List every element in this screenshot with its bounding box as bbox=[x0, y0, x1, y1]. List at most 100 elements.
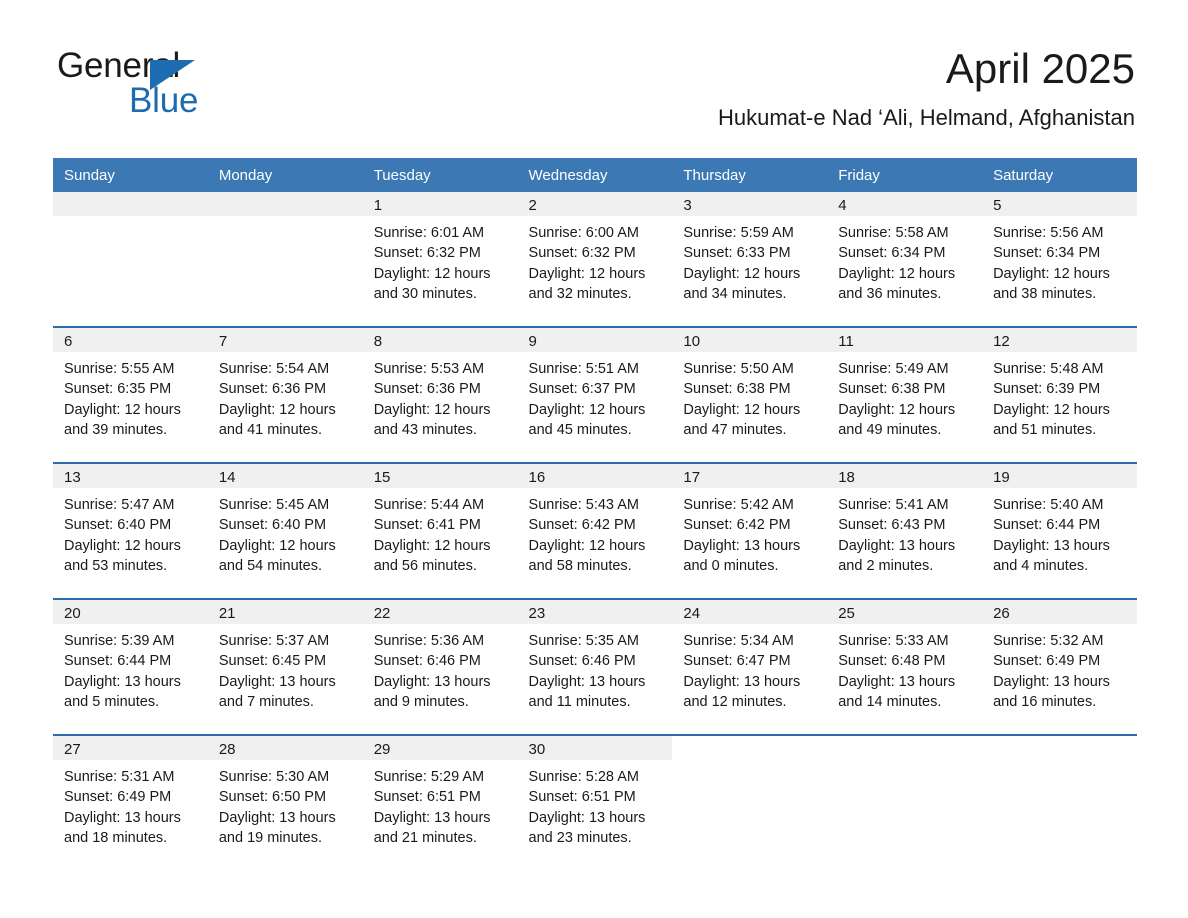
day-cell-10[interactable]: 10 Sunrise: 5:50 AM Sunset: 6:38 PM Dayligh… bbox=[672, 328, 828, 462]
calendar-cell: 28 Sunrise: 5:30 AM Sunset: 6:50 PM Dayligh… bbox=[207, 734, 363, 870]
sunset-text: Sunset: 6:49 PM bbox=[64, 789, 172, 806]
day-details: Sunrise: 5:37 AM Sunset: 6:45 PM Daylight:… bbox=[208, 624, 363, 713]
day-cell-19[interactable]: 19 Sunrise: 5:40 AM Sunset: 6:44 PM Dayligh… bbox=[982, 464, 1137, 598]
daylight-text-line1: Daylight: 12 hours bbox=[64, 401, 181, 418]
day-cell-22[interactable]: 22 Sunrise: 5:36 AM Sunset: 6:46 PM Dayligh… bbox=[362, 600, 518, 734]
daylight-text-line2: and 12 minutes. bbox=[683, 694, 787, 711]
day-number: 6 bbox=[53, 328, 208, 352]
day-number bbox=[207, 192, 363, 216]
day-cell-23[interactable]: 23 Sunrise: 5:35 AM Sunset: 6:46 PM Dayligh… bbox=[517, 600, 673, 734]
daylight-text-line1: Daylight: 13 hours bbox=[218, 809, 336, 826]
daylight-text-line2: and 9 minutes. bbox=[373, 694, 469, 711]
day-details: Sunrise: 5:50 AM Sunset: 6:38 PM Daylight:… bbox=[672, 352, 827, 441]
daylight-text-line2: and 11 minutes. bbox=[528, 694, 631, 711]
calendar-week-row: 20 Sunrise: 5:39 AM Sunset: 6:44 PM Dayligh… bbox=[53, 598, 1137, 735]
calendar-cell: 9 Sunrise: 5:51 AM Sunset: 6:37 PM Daylight… bbox=[517, 326, 673, 463]
day-cell-16[interactable]: 16 Sunrise: 5:43 AM Sunset: 6:42 PM Dayligh… bbox=[517, 464, 673, 598]
sunset-text: Sunset: 6:35 PM bbox=[64, 381, 172, 398]
calendar-cell: 30 Sunrise: 5:28 AM Sunset: 6:51 PM Dayligh… bbox=[517, 734, 673, 870]
day-cell-25[interactable]: 25 Sunrise: 5:33 AM Sunset: 6:48 PM Dayligh… bbox=[827, 600, 983, 734]
day-cell-8[interactable]: 8 Sunrise: 5:53 AM Sunset: 6:36 PM Daylight… bbox=[362, 328, 518, 462]
day-cell-26[interactable]: 26 Sunrise: 5:32 AM Sunset: 6:49 PM Dayligh… bbox=[982, 600, 1137, 734]
sunrise-text: Sunrise: 5:35 AM bbox=[528, 633, 639, 649]
calendar-cell: 12 Sunrise: 5:48 AM Sunset: 6:39 PM Dayligh… bbox=[982, 326, 1137, 463]
sunrise-text: Sunrise: 5:34 AM bbox=[683, 633, 794, 649]
day-cell-4[interactable]: 4 Sunrise: 5:58 AM Sunset: 6:34 PM Daylight… bbox=[827, 192, 983, 326]
day-number: 23 bbox=[517, 600, 673, 624]
weekday-header-saturday: Saturday bbox=[982, 158, 1137, 192]
daylight-text-line2: and 16 minutes. bbox=[993, 694, 1097, 711]
day-number: 11 bbox=[827, 328, 983, 352]
daylight-text-line1: Daylight: 13 hours bbox=[683, 537, 801, 554]
daylight-text-line1: Daylight: 12 hours bbox=[373, 401, 491, 418]
weekday-header-wednesday: Wednesday bbox=[517, 158, 673, 192]
daylight-text-line1: Daylight: 12 hours bbox=[993, 265, 1110, 282]
day-cell-5[interactable]: 5 Sunrise: 5:56 AM Sunset: 6:34 PM Daylight… bbox=[982, 192, 1137, 326]
day-cell-15[interactable]: 15 Sunrise: 5:44 AM Sunset: 6:41 PM Dayligh… bbox=[362, 464, 518, 598]
sunset-text: Sunset: 6:43 PM bbox=[838, 517, 946, 534]
sunset-text: Sunset: 6:42 PM bbox=[683, 517, 791, 534]
day-cell-6[interactable]: 6 Sunrise: 5:55 AM Sunset: 6:35 PM Daylight… bbox=[53, 328, 208, 462]
daylight-text-line1: Daylight: 12 hours bbox=[528, 537, 646, 554]
day-cell-7[interactable]: 7 Sunrise: 5:54 AM Sunset: 6:36 PM Daylight… bbox=[207, 328, 363, 462]
day-cell-24[interactable]: 24 Sunrise: 5:34 AM Sunset: 6:47 PM Dayligh… bbox=[672, 600, 828, 734]
day-cell-17[interactable]: 17 Sunrise: 5:42 AM Sunset: 6:42 PM Dayligh… bbox=[672, 464, 828, 598]
sunset-text: Sunset: 6:49 PM bbox=[993, 653, 1101, 670]
sunset-text: Sunset: 6:38 PM bbox=[683, 381, 791, 398]
sunrise-text: Sunrise: 5:58 AM bbox=[838, 225, 949, 241]
day-cell-27[interactable]: 27 Sunrise: 5:31 AM Sunset: 6:49 PM Dayligh… bbox=[53, 736, 208, 870]
day-cell-30[interactable]: 30 Sunrise: 5:28 AM Sunset: 6:51 PM Dayligh… bbox=[517, 736, 673, 870]
day-details: Sunrise: 5:35 AM Sunset: 6:46 PM Daylight:… bbox=[518, 624, 673, 713]
day-cell-3[interactable]: 3 Sunrise: 5:59 AM Sunset: 6:33 PM Daylight… bbox=[672, 192, 828, 326]
day-cell-12[interactable]: 12 Sunrise: 5:48 AM Sunset: 6:39 PM Dayligh… bbox=[982, 328, 1137, 462]
day-number: 20 bbox=[53, 600, 208, 624]
day-cell-18[interactable]: 18 Sunrise: 5:41 AM Sunset: 6:43 PM Dayligh… bbox=[827, 464, 983, 598]
daylight-text-line2: and 36 minutes. bbox=[838, 286, 942, 303]
sunset-text: Sunset: 6:41 PM bbox=[373, 517, 481, 534]
calendar-cell bbox=[207, 192, 363, 327]
weekday-header-thursday: Thursday bbox=[672, 158, 828, 192]
page-title: April 2025 bbox=[945, 45, 1135, 92]
day-cell-13[interactable]: 13 Sunrise: 5:47 AM Sunset: 6:40 PM Dayligh… bbox=[53, 464, 208, 598]
sunrise-text: Sunrise: 5:54 AM bbox=[218, 361, 330, 377]
daylight-text-line1: Daylight: 13 hours bbox=[373, 673, 491, 690]
day-cell-28[interactable]: 28 Sunrise: 5:30 AM Sunset: 6:50 PM Dayligh… bbox=[207, 736, 363, 870]
day-cell-empty bbox=[672, 736, 828, 870]
day-details: Sunrise: 6:00 AM Sunset: 6:32 PM Daylight:… bbox=[518, 216, 673, 305]
sunrise-text: Sunrise: 5:37 AM bbox=[218, 633, 330, 649]
daylight-text-line1: Daylight: 13 hours bbox=[64, 809, 181, 826]
sunrise-text: Sunrise: 5:49 AM bbox=[838, 361, 949, 377]
sunrise-text: Sunrise: 5:30 AM bbox=[218, 769, 330, 785]
day-cell-1[interactable]: 1 Sunrise: 6:01 AM Sunset: 6:32 PM Daylight… bbox=[362, 192, 518, 326]
day-details: Sunrise: 5:33 AM Sunset: 6:48 PM Daylight:… bbox=[827, 624, 982, 713]
day-cell-9[interactable]: 9 Sunrise: 5:51 AM Sunset: 6:37 PM Daylight… bbox=[517, 328, 673, 462]
daylight-text-line1: Daylight: 12 hours bbox=[373, 265, 491, 282]
daylight-text-line2: and 0 minutes. bbox=[683, 558, 779, 575]
page-header: General Blue April 2025 Hukumat-e Nad ‘A… bbox=[0, 0, 1188, 130]
day-details: Sunrise: 5:48 AM Sunset: 6:39 PM Daylight:… bbox=[982, 352, 1137, 441]
day-cell-2[interactable]: 2 Sunrise: 6:00 AM Sunset: 6:32 PM Daylight… bbox=[517, 192, 673, 326]
daylight-text-line2: and 38 minutes. bbox=[993, 286, 1097, 303]
sunset-text: Sunset: 6:46 PM bbox=[373, 653, 481, 670]
day-details: Sunrise: 5:28 AM Sunset: 6:51 PM Daylight:… bbox=[518, 760, 673, 849]
sunset-text: Sunset: 6:36 PM bbox=[373, 381, 481, 398]
sunrise-text: Sunrise: 5:59 AM bbox=[683, 225, 794, 241]
daylight-text-line1: Daylight: 13 hours bbox=[528, 673, 646, 690]
calendar-cell: 3 Sunrise: 5:59 AM Sunset: 6:33 PM Daylight… bbox=[672, 192, 828, 327]
weekday-header-monday: Monday bbox=[207, 158, 363, 192]
sunrise-text: Sunrise: 5:36 AM bbox=[373, 633, 485, 649]
day-cell-11[interactable]: 11 Sunrise: 5:49 AM Sunset: 6:38 PM Dayligh… bbox=[827, 328, 983, 462]
daylight-text-line2: and 39 minutes. bbox=[64, 422, 168, 439]
day-cell-14[interactable]: 14 Sunrise: 5:45 AM Sunset: 6:40 PM Dayligh… bbox=[207, 464, 363, 598]
calendar-cell: 23 Sunrise: 5:35 AM Sunset: 6:46 PM Dayligh… bbox=[517, 598, 673, 735]
day-number: 24 bbox=[672, 600, 828, 624]
general-blue-logo: General Blue bbox=[57, 48, 317, 120]
sunset-text: Sunset: 6:40 PM bbox=[64, 517, 172, 534]
day-cell-21[interactable]: 21 Sunrise: 5:37 AM Sunset: 6:45 PM Dayligh… bbox=[207, 600, 363, 734]
day-cell-29[interactable]: 29 Sunrise: 5:29 AM Sunset: 6:51 PM Dayligh… bbox=[362, 736, 518, 870]
day-details: Sunrise: 5:51 AM Sunset: 6:37 PM Daylight:… bbox=[518, 352, 673, 441]
day-cell-20[interactable]: 20 Sunrise: 5:39 AM Sunset: 6:44 PM Dayligh… bbox=[53, 600, 208, 734]
calendar-cell: 21 Sunrise: 5:37 AM Sunset: 6:45 PM Dayligh… bbox=[207, 598, 363, 735]
daylight-text-line2: and 23 minutes. bbox=[528, 830, 632, 847]
sunset-text: Sunset: 6:37 PM bbox=[528, 381, 636, 398]
